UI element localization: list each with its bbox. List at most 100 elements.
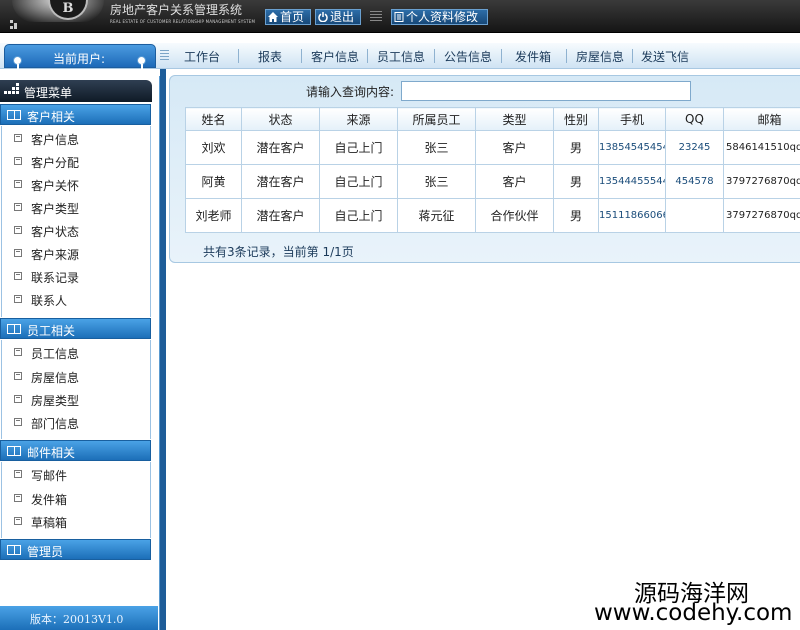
cell-qq xyxy=(665,198,724,233)
sidebar-item-label: 客户关怀 xyxy=(31,179,80,193)
sidebar-item-label: 发件箱 xyxy=(31,493,68,507)
cell-source: 自己上门 xyxy=(319,198,398,233)
cell-employee: 张三 xyxy=(397,130,476,165)
logout-button[interactable]: 退出 xyxy=(315,9,361,25)
tab-notice-info[interactable]: 公告信息 xyxy=(444,48,492,65)
profile-edit-label: 个人资料修改 xyxy=(406,10,479,24)
tab-customer-info[interactable]: 客户信息 xyxy=(311,48,359,65)
app-subtitle: REAL ESTATE OF CUSTOMER RELATIONSHIP MAN… xyxy=(110,19,256,24)
sidebar-item-label: 写邮件 xyxy=(31,469,68,483)
cell-name: 刘老师 xyxy=(185,198,242,233)
book-icon xyxy=(7,324,21,334)
sidebar-section-customer[interactable]: 客户相关 xyxy=(0,104,151,125)
page-icon xyxy=(14,372,22,380)
cell-phone: 13854545454 xyxy=(598,130,666,165)
column-header: 邮箱 xyxy=(723,107,800,131)
customer-table: 姓名 状态 来源 所属员工 类型 性别 手机 QQ 邮箱 刘欢 潜在客户 自己上… xyxy=(185,107,800,233)
cell-name: 刘欢 xyxy=(185,130,242,165)
search-input[interactable] xyxy=(401,81,691,101)
sidebar-item-label: 联系人 xyxy=(31,294,68,308)
sidebar-section-body: 员工信息 房屋信息 房屋类型 部门信息 xyxy=(1,340,151,439)
home-label: 首页 xyxy=(280,10,305,24)
sidebar-item-label: 草稿箱 xyxy=(31,516,68,530)
page-icon xyxy=(14,226,22,234)
manage-menu-header: 管理菜单 xyxy=(0,80,152,102)
tab-divider xyxy=(301,49,302,63)
cell-email: 5846141510qq.com xyxy=(723,130,800,165)
book-icon xyxy=(7,545,21,555)
column-header: 状态 xyxy=(241,107,320,131)
sidebar-item-label: 客户来源 xyxy=(31,248,80,262)
column-header: QQ xyxy=(665,107,724,131)
column-header: 类型 xyxy=(475,107,554,131)
cell-status: 潜在客户 xyxy=(241,130,320,165)
tab-divider xyxy=(501,49,502,63)
lamp-icon xyxy=(137,56,146,70)
page-icon xyxy=(14,203,22,211)
sidebar-item-label: 房屋类型 xyxy=(31,394,80,408)
grip-icon xyxy=(370,11,382,23)
profile-edit-button[interactable]: 个人资料修改 xyxy=(391,9,488,25)
header-dots-icon xyxy=(10,20,22,30)
app-window: B 房地产客户关系管理系统 REAL ESTATE OF CUSTOMER RE… xyxy=(0,0,800,630)
cell-status: 潜在客户 xyxy=(241,198,320,233)
version-bar: 版本：20013V1.0 xyxy=(0,606,158,630)
cell-phone: 13544455544 xyxy=(598,164,666,199)
sidebar-section-mail[interactable]: 邮件相关 xyxy=(0,440,151,461)
cell-gender: 男 xyxy=(553,198,599,233)
column-header: 性别 xyxy=(553,107,599,131)
table-row[interactable]: 阿黄 潜在客户 自己上门 张三 客户 男 13544455544 454578 … xyxy=(185,164,800,199)
column-header: 姓名 xyxy=(185,107,242,131)
home-button[interactable]: 首页 xyxy=(265,9,311,25)
cell-phone: 15111866066 xyxy=(598,198,666,233)
book-icon xyxy=(7,446,21,456)
page-icon xyxy=(14,494,22,502)
page-icon xyxy=(14,249,22,257)
tab-employee-info[interactable]: 员工信息 xyxy=(377,48,425,65)
app-title: 房地产客户关系管理系统 xyxy=(110,3,243,17)
cell-employee: 张三 xyxy=(397,164,476,199)
table-header-row: 姓名 状态 来源 所属员工 类型 性别 手机 QQ 邮箱 xyxy=(185,107,800,131)
cell-employee: 蒋元征 xyxy=(397,198,476,233)
sidebar-item-label: 客户信息 xyxy=(31,133,80,147)
home-icon xyxy=(268,12,278,22)
tab-outbox[interactable]: 发件箱 xyxy=(515,48,551,65)
cell-type: 客户 xyxy=(475,130,554,165)
page-icon xyxy=(14,470,22,478)
watermark-url: www.codehy.com xyxy=(594,600,793,626)
tab-divider xyxy=(367,49,368,63)
cell-qq: 454578 xyxy=(665,164,724,199)
sidebar-item-label: 房屋信息 xyxy=(31,371,80,385)
cell-qq: 23245 xyxy=(665,130,724,165)
sidebar-section-admin[interactable]: 管理员 xyxy=(0,539,151,560)
page-icon xyxy=(14,180,22,188)
cell-status: 潜在客户 xyxy=(241,164,320,199)
cell-source: 自己上门 xyxy=(319,164,398,199)
tab-reports[interactable]: 报表 xyxy=(258,48,282,65)
search-label: 请输入查询内容: xyxy=(306,85,395,99)
customer-list-panel: 请输入查询内容: 姓名 状态 来源 所属员工 类型 性别 手机 QQ 邮箱 刘欢… xyxy=(169,75,800,263)
lamp-icon xyxy=(13,56,22,70)
tab-workbench[interactable]: 工作台 xyxy=(184,48,220,65)
tab-divider xyxy=(434,49,435,63)
logo-letter: B xyxy=(48,0,88,20)
tab-send-fetion[interactable]: 发送飞信 xyxy=(641,48,689,65)
brand-logo: B xyxy=(12,0,104,22)
sidebar-item-label: 客户状态 xyxy=(31,225,80,239)
page-icon xyxy=(14,272,22,280)
sidebar-section-body: 客户信息 客户分配 客户关怀 客户类型 客户状态 客户来源 联系记录 联系人 xyxy=(1,126,151,317)
sidebar-section-employee[interactable]: 员工相关 xyxy=(0,318,151,339)
sidebar-item-label: 联系记录 xyxy=(31,271,80,285)
tab-divider xyxy=(632,49,633,63)
page-icon xyxy=(14,295,22,303)
cell-gender: 男 xyxy=(553,164,599,199)
column-header: 所属员工 xyxy=(397,107,476,131)
table-row[interactable]: 刘欢 潜在客户 自己上门 张三 客户 男 13854545454 23245 5… xyxy=(185,130,800,165)
cell-type: 客户 xyxy=(475,164,554,199)
sidebar-item-label: 客户类型 xyxy=(31,202,80,216)
current-user-box: 当前用户: xyxy=(4,44,156,70)
sidebar-section-label: 客户相关 xyxy=(27,110,76,124)
document-icon xyxy=(394,12,404,22)
tab-house-info[interactable]: 房屋信息 xyxy=(576,48,624,65)
table-row[interactable]: 刘老师 潜在客户 自己上门 蒋元征 合作伙伴 男 15111866066 379… xyxy=(185,198,800,233)
